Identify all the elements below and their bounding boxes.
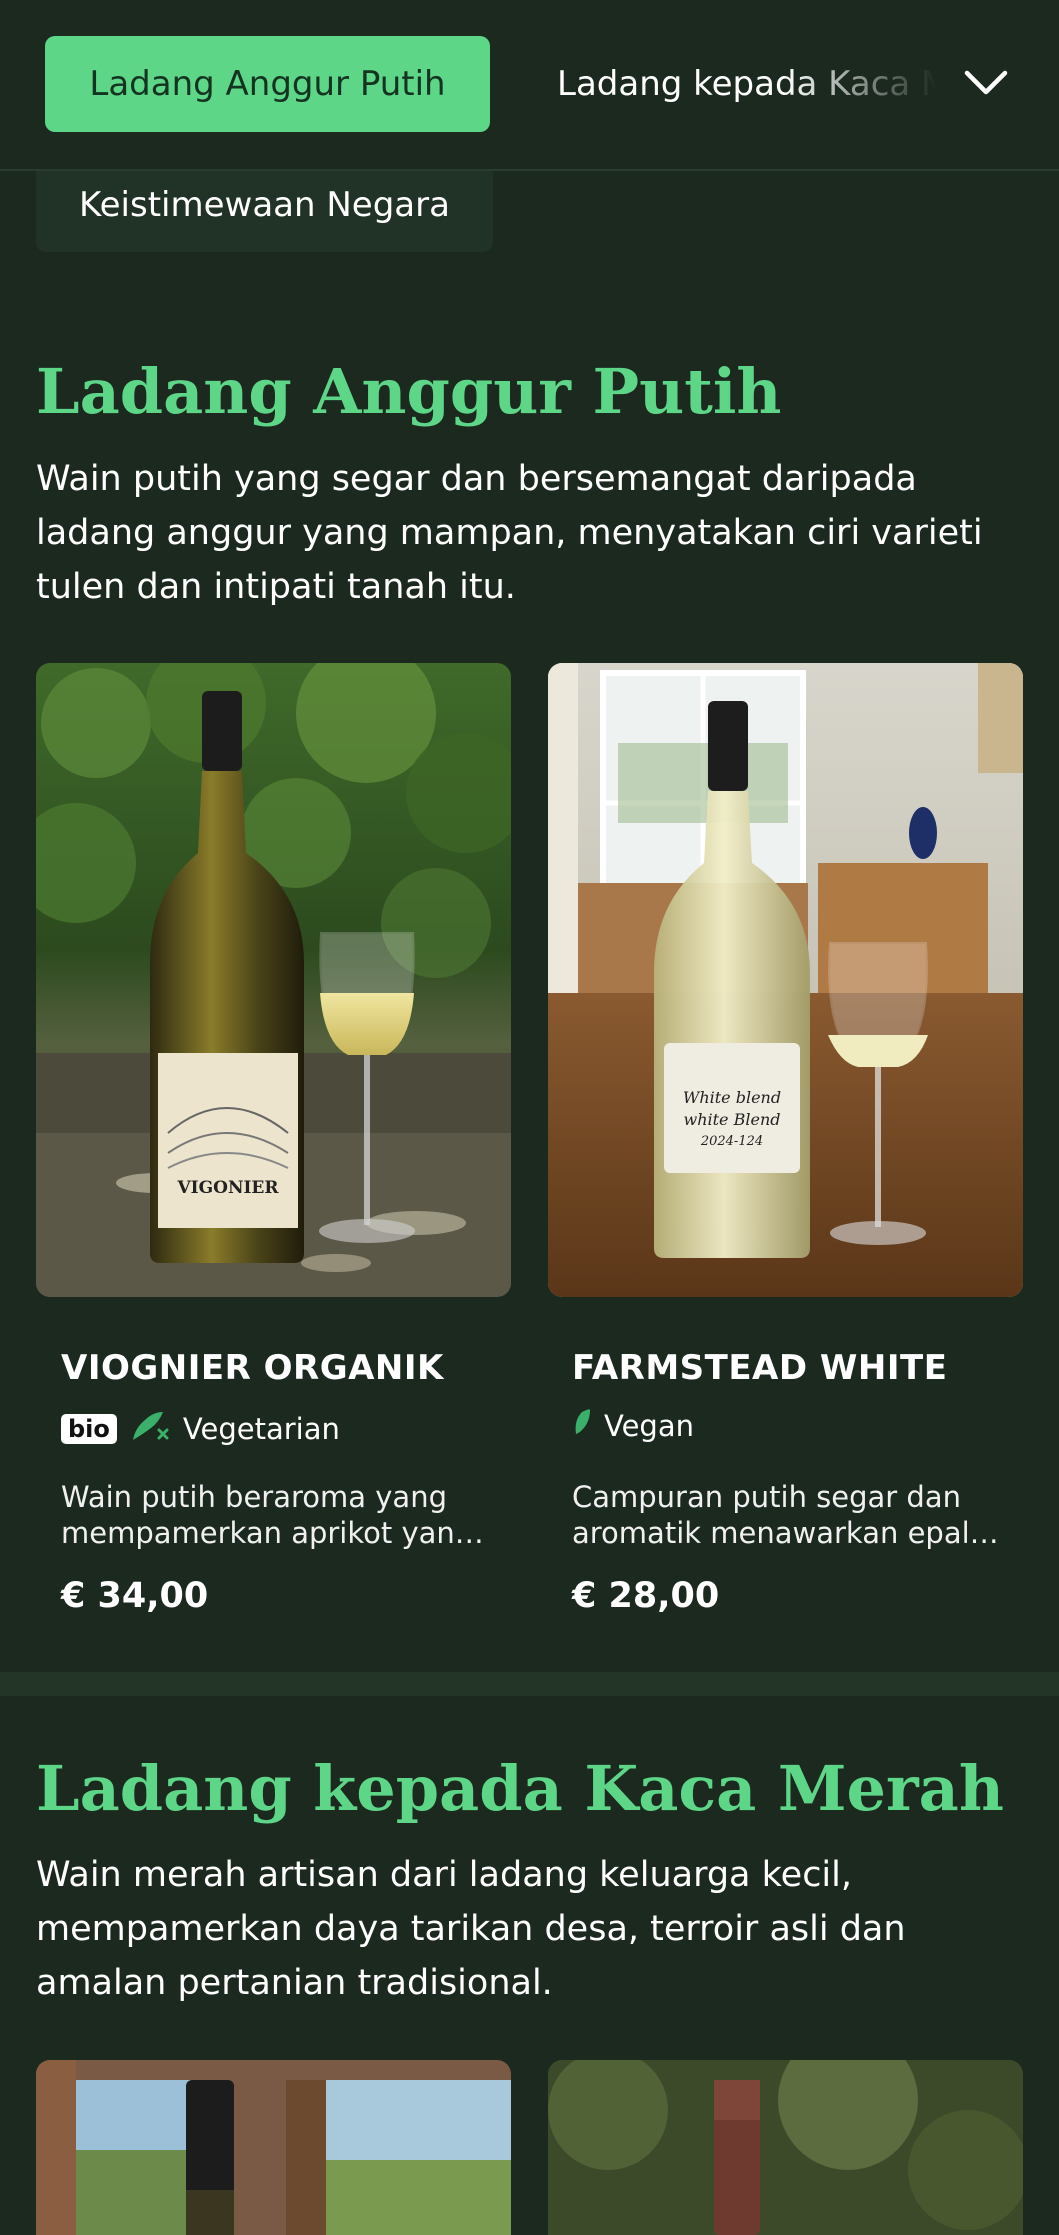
product-description: Campuran putih segar dan aromatik menawa… bbox=[572, 1480, 970, 1550]
svg-text:white Blend: white Blend bbox=[684, 1110, 781, 1129]
category-nav-bar: Ladang Anggur Putih Ladang kepada Kaca M… bbox=[0, 0, 1059, 171]
svg-text:2024-124: 2024-124 bbox=[700, 1134, 763, 1149]
chevron-down-icon[interactable] bbox=[956, 58, 1016, 108]
product-image-viognier[interactable]: VIGONIER bbox=[36, 663, 511, 1297]
product-name[interactable]: FARMSTEAD WHITE bbox=[572, 1348, 947, 1388]
bottle-label-text: VIGONIER bbox=[176, 1178, 279, 1198]
section-divider bbox=[0, 1672, 1059, 1696]
tab-ladang-anggur-putih[interactable]: Ladang Anggur Putih bbox=[45, 36, 490, 132]
vegetarian-icon bbox=[129, 1408, 171, 1449]
section-description-white: Wain putih yang segar dan bersemangat da… bbox=[36, 459, 983, 607]
section-title-red: Ladang kepada Kaca Merah bbox=[36, 1752, 1004, 1825]
section-title-white: Ladang Anggur Putih bbox=[36, 355, 782, 428]
section-description-red: Wain merah artisan dari ladang keluarga … bbox=[36, 1855, 906, 2003]
product-image-farmstead-white[interactable]: White blend white Blend 2024-124 bbox=[548, 663, 1023, 1297]
product-price: € 34,00 bbox=[61, 1576, 209, 1616]
diet-info: bio Vegetarian bbox=[61, 1408, 340, 1449]
diet-label: Vegan bbox=[604, 1408, 694, 1443]
vegan-leaf-icon bbox=[572, 1408, 592, 1443]
diet-info: Vegan bbox=[572, 1408, 694, 1443]
product-image-red-1[interactable] bbox=[36, 2060, 511, 2235]
product-name[interactable]: VIOGNIER ORGANIK bbox=[61, 1348, 444, 1388]
tab-keistimewaan-negara[interactable]: Keistimewaan Negara bbox=[36, 158, 493, 252]
tab-ladang-kepada-kaca-merah[interactable]: Ladang kepada Kaca Merah bbox=[557, 36, 937, 132]
product-image-red-2[interactable] bbox=[548, 2060, 1023, 2235]
diet-label: Vegetarian bbox=[182, 1411, 340, 1446]
product-description: Wain putih beraroma yang mempamerkan apr… bbox=[61, 1480, 474, 1550]
product-price: € 28,00 bbox=[572, 1576, 720, 1616]
bio-badge: bio bbox=[61, 1413, 117, 1444]
svg-text:White blend: White blend bbox=[683, 1088, 781, 1107]
